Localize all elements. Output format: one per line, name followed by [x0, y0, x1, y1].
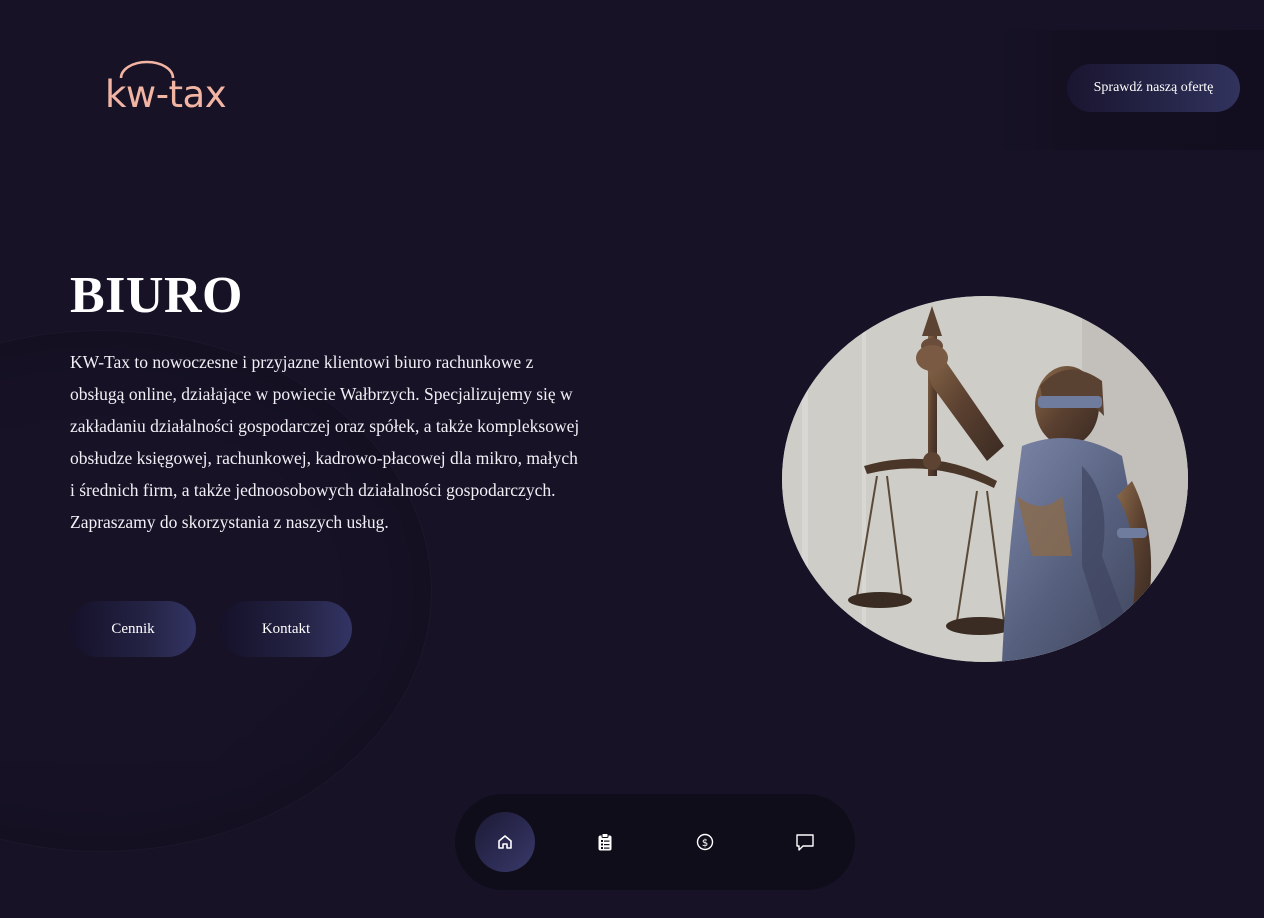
hero-description: KW-Tax to nowoczesne i przyjazne kliento… [70, 352, 580, 532]
svg-text:$: $ [702, 838, 708, 849]
hero-title: BIURO [70, 267, 243, 324]
logo-text: kw-tax [105, 73, 227, 116]
home-icon [498, 835, 512, 849]
nav-offer-button[interactable] [575, 812, 635, 872]
pricing-button[interactable]: Cennik [70, 601, 196, 657]
lady-justice-image [782, 296, 1188, 662]
nav-contact-button[interactable] [775, 812, 835, 872]
clipboard-list-icon [598, 833, 612, 851]
dollar-coin-icon: $ [696, 833, 714, 851]
contact-button[interactable]: Kontakt [220, 601, 352, 657]
logo[interactable]: kw-tax [105, 60, 245, 120]
offer-button[interactable]: Sprawdź naszą ofertę [1067, 64, 1240, 112]
nav-pricing-button[interactable]: $ [675, 812, 735, 872]
chat-bubble-icon [796, 834, 814, 851]
landing-page: kw-tax Sprawdź naszą ofertę BIURO KW-Tax… [0, 0, 1264, 918]
nav-home-button[interactable] [475, 812, 535, 872]
bottom-navigation: $ [455, 794, 855, 890]
